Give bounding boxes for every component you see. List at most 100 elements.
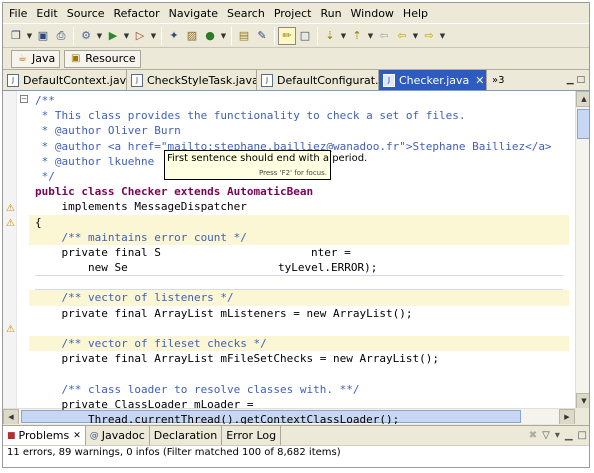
tooltip-hint: Press 'F2' for focus.	[259, 169, 327, 177]
open-type-icon[interactable]: ▤	[235, 27, 253, 45]
code-line: private final Snter =	[35, 245, 351, 259]
tab-javadoc[interactable]: @ Javadoc	[86, 426, 150, 445]
tab-problems[interactable]: ■ Problems ✕	[3, 426, 86, 445]
new-class-icon[interactable]: ●	[201, 27, 219, 45]
last-edit-location-icon[interactable]: ⇦	[375, 27, 393, 45]
menu-edit[interactable]: Edit	[36, 7, 57, 20]
scrollbar-thumb[interactable]	[577, 109, 589, 139]
save-icon[interactable]: ▣	[34, 27, 52, 45]
maximize-icon[interactable]: □	[576, 75, 585, 85]
code-editor[interactable]: − ⚠ ⚠ ⚠ /** * This class provides the fu…	[3, 90, 589, 424]
bottom-view-tabs: ■ Problems ✕ @ Javadoc Declaration Error…	[3, 425, 589, 445]
previous-annotation-icon[interactable]: ⇡	[348, 27, 366, 45]
code-line: * @author Oliver Burn	[35, 124, 181, 138]
problems-status: 11 errors, 89 warnings, 0 infos (Filter …	[3, 445, 589, 467]
tab-defaultcontext[interactable]: J DefaultContext.java	[3, 70, 127, 90]
menu-source[interactable]: Source	[67, 7, 105, 20]
scroll-up-icon[interactable]: ▲	[576, 91, 589, 107]
back-dropdown-icon[interactable]: ▼	[411, 27, 420, 45]
forward-dropdown-icon[interactable]: ▼	[438, 27, 447, 45]
perspective-resource[interactable]: ▣ Resource	[64, 49, 141, 68]
tab-label: Problems	[18, 429, 70, 442]
new-class-dropdown-icon[interactable]: ▼	[219, 27, 228, 45]
view-menu-icon[interactable]: ▾	[555, 430, 560, 441]
minimize-icon[interactable]: ▁	[565, 430, 573, 441]
menu-window[interactable]: Window	[351, 7, 394, 20]
next-annotation-icon[interactable]: ⇣	[321, 27, 339, 45]
print-icon[interactable]: ⎙	[52, 27, 70, 45]
new-java-project-icon[interactable]: ✦	[165, 27, 183, 45]
menu-search[interactable]: Search	[227, 7, 265, 20]
code-line: /**	[35, 94, 55, 107]
previous-annotation-dropdown-icon[interactable]: ▼	[366, 27, 375, 45]
tab-checker[interactable]: J Checker.java ✕	[379, 70, 487, 90]
scroll-down-icon[interactable]: ▼	[576, 393, 589, 409]
back-icon[interactable]: ⇦	[393, 27, 411, 45]
tab-checkstyletask[interactable]: J CheckStyleTask.java	[127, 70, 257, 90]
code-line: /** vector of fileset checks */	[29, 336, 569, 352]
tab-label: CheckStyleTask.java	[147, 73, 257, 87]
tab-label: Error Log	[226, 429, 277, 442]
toggle-mark-occurrences-icon[interactable]: ✏	[278, 26, 296, 45]
menu-file[interactable]: File	[9, 7, 27, 20]
toolbar-separator	[231, 26, 232, 45]
code-line: public class Checker extends AutomaticBe…	[35, 185, 314, 199]
code-lines: /** * This class provides the functional…	[29, 93, 569, 424]
java-file-icon: J	[7, 73, 19, 87]
close-icon[interactable]: ✕	[73, 431, 81, 441]
menu-refactor[interactable]: Refactor	[114, 7, 160, 20]
tab-defaultconfiguration[interactable]: J DefaultConfigurat...	[257, 70, 379, 90]
scrollbar-corner	[575, 408, 589, 424]
external-tools-icon[interactable]: ▷	[131, 27, 149, 45]
folding-ruler	[17, 91, 29, 424]
debug-icon[interactable]: ⚙	[77, 27, 95, 45]
debug-dropdown-icon[interactable]: ▼	[95, 27, 104, 45]
tab-label: Checker.java	[399, 73, 470, 87]
tabs-overflow-button[interactable]: »3	[487, 70, 509, 90]
code-line-tail: nter =	[311, 245, 351, 259]
code-line: new Se tyLevel.ERROR);	[35, 261, 378, 275]
new-package-icon[interactable]: ▨	[183, 27, 201, 45]
menu-help[interactable]: Help	[403, 7, 428, 20]
editor-tabs: J DefaultContext.java J CheckStyleTask.j…	[3, 69, 589, 90]
external-tools-dropdown-icon[interactable]: ▼	[149, 27, 158, 45]
editor-vertical-scrollbar[interactable]: ▲ ▼	[575, 91, 589, 409]
menu-navigate[interactable]: Navigate	[169, 7, 218, 20]
toolbar-separator	[73, 26, 74, 45]
menu-run[interactable]: Run	[320, 7, 341, 20]
code-line: /** class loader to resolve classes with…	[35, 382, 360, 396]
code-line: /** maintains error count */	[29, 229, 569, 246]
toolbar-separator	[161, 26, 162, 45]
maximize-icon[interactable]: □	[578, 430, 587, 441]
search-icon[interactable]: ✎	[253, 27, 271, 45]
scroll-right-icon[interactable]: ▶	[559, 409, 575, 424]
vertical-ruler	[3, 91, 17, 424]
run-dropdown-icon[interactable]: ▼	[122, 27, 131, 45]
code-line: private final ArrayList mListeners = new…	[35, 306, 413, 320]
menu-project[interactable]: Project	[274, 7, 312, 20]
tab-label: Javadoc	[101, 429, 145, 442]
delete-icon[interactable]: ✖	[529, 430, 537, 441]
filter-icon[interactable]: ▽	[542, 430, 550, 441]
tab-error-log[interactable]: Error Log	[222, 426, 282, 445]
java-perspective-icon: ☕	[18, 53, 27, 64]
hover-tooltip[interactable]: First sentence should end with a period.…	[164, 150, 367, 180]
code-line: private final ArrayList mFileSetChecks =…	[35, 352, 439, 366]
close-icon[interactable]: ✕	[475, 74, 484, 87]
perspective-java[interactable]: ☕ Java	[11, 49, 61, 68]
next-annotation-dropdown-icon[interactable]: ▼	[339, 27, 348, 45]
new-icon[interactable]: ❐	[7, 27, 25, 45]
scroll-left-icon[interactable]: ◀	[3, 409, 19, 424]
code-line: {	[29, 214, 569, 230]
editor-view-menu: ▁ □	[567, 70, 589, 90]
show-whitespace-icon[interactable]: □	[296, 27, 314, 45]
new-dropdown-icon[interactable]: ▼	[25, 27, 34, 45]
run-icon[interactable]: ▶	[104, 27, 122, 45]
forward-icon[interactable]: ⇨	[420, 27, 438, 45]
menu-bar: File Edit Source Refactor Navigate Searc…	[3, 3, 589, 23]
minimize-icon[interactable]: ▁	[567, 75, 574, 85]
code-line: * This class provides the functionality …	[35, 109, 466, 123]
tab-declaration[interactable]: Declaration	[150, 426, 223, 445]
fold-toggle-icon[interactable]: −	[20, 95, 28, 103]
tooltip-message: First sentence should end with a period.	[167, 153, 368, 164]
